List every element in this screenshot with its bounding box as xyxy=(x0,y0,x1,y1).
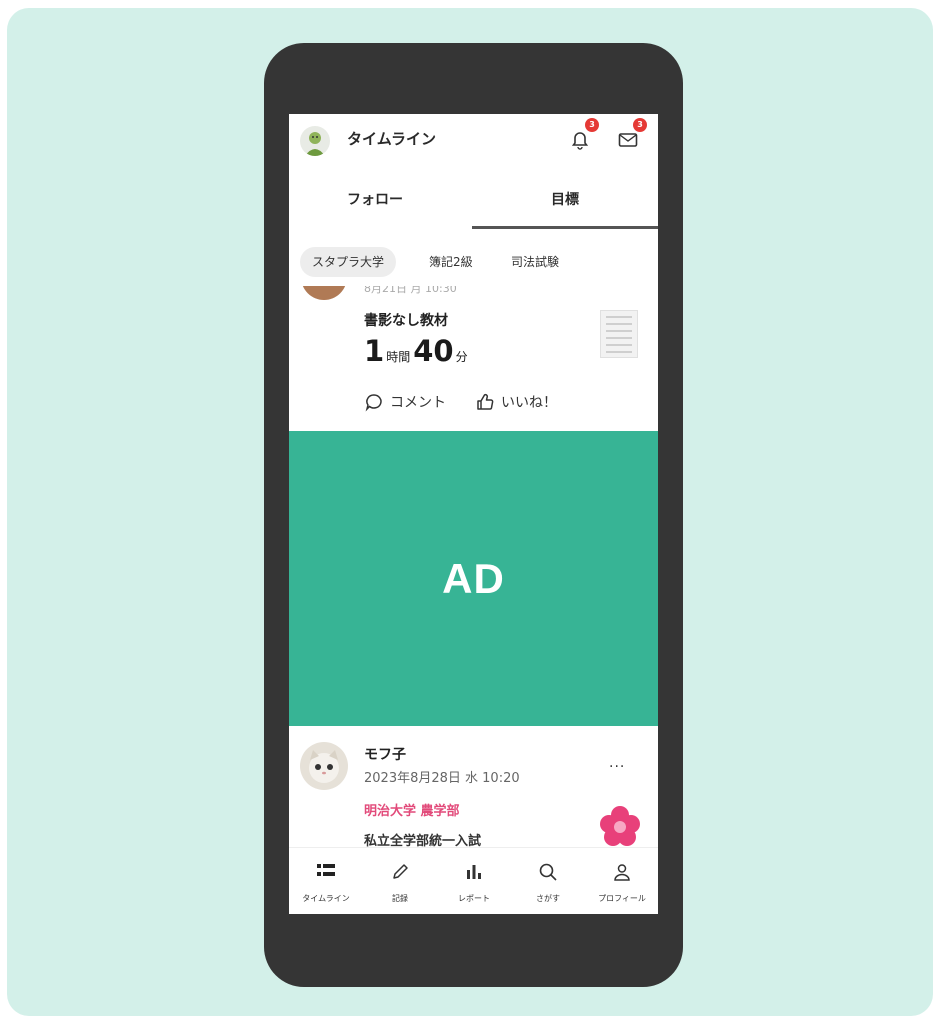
nav-profile[interactable]: プロフィール xyxy=(585,848,658,914)
person-icon xyxy=(614,864,630,881)
post-avatar[interactable] xyxy=(300,742,348,790)
tab-goal[interactable]: 目標 xyxy=(551,189,579,209)
nav-record[interactable]: 記録 xyxy=(363,848,437,914)
tab-follow[interactable]: フォロー xyxy=(347,189,403,209)
more-options-icon[interactable]: ··· xyxy=(609,759,625,775)
filter-chip-shiho[interactable]: 司法試験 xyxy=(499,247,571,277)
mail-badge: 3 xyxy=(633,118,647,132)
nav-timeline[interactable]: タイムライン xyxy=(289,848,363,914)
filter-chip-boki[interactable]: 簿記2級 xyxy=(417,247,485,277)
bottom-navigation: タイムライン 記録 レポート さがす プロフィール xyxy=(289,847,658,914)
material-thumbnail[interactable] xyxy=(600,310,638,358)
sakura-icon[interactable] xyxy=(597,804,643,850)
nav-label: タイムライン xyxy=(302,894,350,903)
nav-label: プロフィール xyxy=(598,894,646,903)
like-label: いいね！ xyxy=(501,395,557,411)
active-tab-indicator xyxy=(472,226,658,229)
search-icon xyxy=(539,863,557,881)
thumbs-up-icon xyxy=(477,393,494,410)
user-avatar[interactable] xyxy=(300,126,330,156)
like-button[interactable]: いいね！ xyxy=(475,392,557,412)
ad-banner[interactable]: AD xyxy=(289,431,658,726)
list-icon xyxy=(317,864,335,876)
notification-badge: 3 xyxy=(585,118,599,132)
nav-search[interactable]: さがす xyxy=(511,848,585,914)
post-author-name[interactable]: モフ子 xyxy=(364,744,406,764)
post-school: 明治大学 農学部 xyxy=(364,804,460,819)
pencil-icon xyxy=(393,864,408,879)
app-screen: タイムライン 3 3 フォロー 目標 8月21日 月 10:30 スタプラ大学 … xyxy=(289,114,658,914)
hours-unit: 時間 xyxy=(386,350,411,364)
app-header: タイムライン 3 3 xyxy=(289,114,658,166)
comment-icon xyxy=(365,394,382,412)
material-name: 書影なし教材 xyxy=(364,313,448,329)
nav-report[interactable]: レポート xyxy=(437,848,511,914)
post-date: 2023年8月28日 水 10:20 xyxy=(364,771,520,786)
nav-label: さがす xyxy=(536,894,560,903)
page-title: タイムライン xyxy=(347,130,436,148)
nav-label: 記録 xyxy=(392,894,408,903)
comment-button[interactable]: コメント xyxy=(364,392,446,412)
study-minutes: 40 xyxy=(413,334,454,368)
study-time: 1 時間 40 分 xyxy=(364,334,471,368)
ad-label: AD xyxy=(442,554,505,602)
comment-label: コメント xyxy=(390,395,446,411)
bar-chart-icon xyxy=(467,865,481,879)
nav-label: レポート xyxy=(458,894,490,903)
filter-chip-stapura[interactable]: スタプラ大学 xyxy=(300,247,397,277)
minutes-unit: 分 xyxy=(455,350,468,364)
study-hours: 1 xyxy=(364,334,385,368)
